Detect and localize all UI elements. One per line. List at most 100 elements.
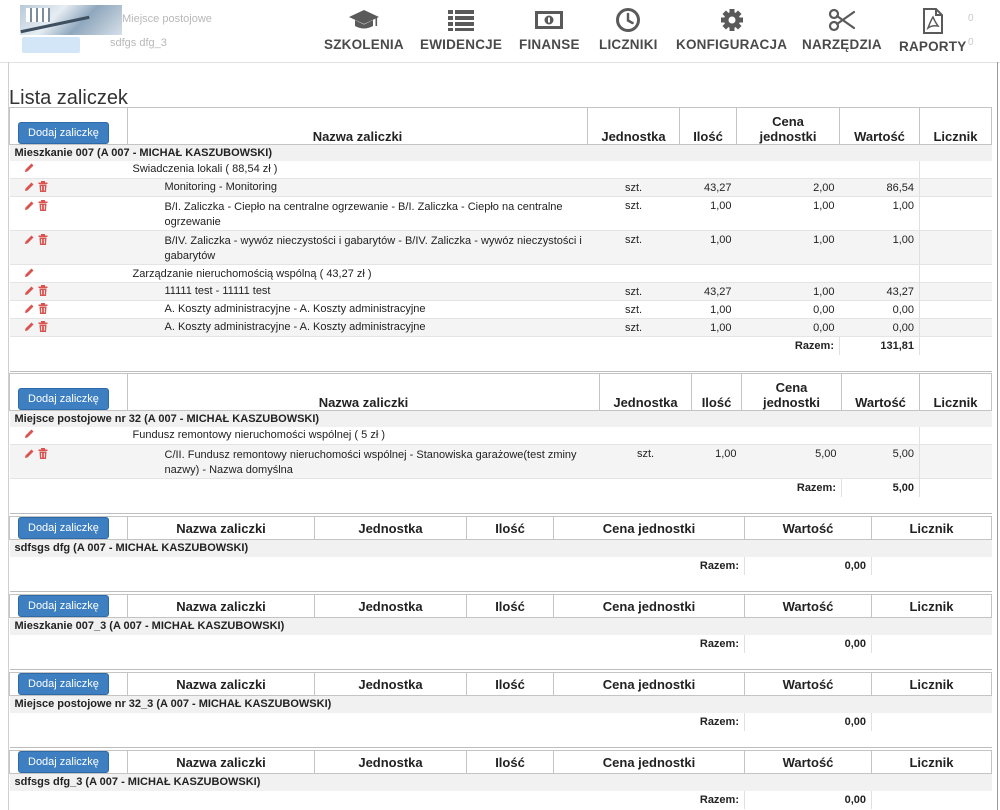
background-ghost-button	[22, 37, 80, 53]
add-cell: Dodaj zaliczkę	[9, 672, 128, 696]
item-name: Monitoring - Monitoring	[127, 178, 588, 197]
edit-pencil-icon[interactable]	[24, 448, 35, 462]
item-value: 43,27	[839, 282, 920, 301]
column-header-price: Cena jednostki	[553, 672, 745, 696]
trash-icon[interactable]	[38, 448, 48, 462]
trash-icon[interactable]	[38, 200, 48, 214]
nav-raporty[interactable]: RAPORTY	[899, 8, 966, 54]
advance-table: Dodaj zaliczkę Nazwa zaliczki Jednostka …	[9, 594, 992, 670]
total-value: 0,00	[744, 634, 872, 653]
nav-konfiguracja[interactable]: KONFIGURACJA	[676, 8, 787, 52]
row-actions	[9, 444, 128, 479]
edit-pencil-icon[interactable]	[24, 285, 35, 299]
nav-liczniki[interactable]: LICZNIKI	[599, 8, 658, 52]
column-header-unit: Jednostka	[314, 750, 467, 774]
list-icon	[448, 10, 475, 31]
nav-label: NARZĘDZIA	[802, 37, 882, 52]
total-value: 0,00	[744, 556, 872, 575]
trash-icon[interactable]	[38, 320, 48, 335]
item-unit: szt.	[599, 444, 692, 479]
advance-table: Dodaj zaliczkę Nazwa zaliczki Jednostka …	[9, 750, 992, 809]
item-value: 1,00	[839, 196, 920, 231]
total-value: 131,81	[839, 336, 920, 355]
edit-pencil-icon[interactable]	[24, 234, 35, 248]
nav-ewidencje[interactable]: EWIDENCJE	[420, 8, 502, 52]
logo[interactable]	[20, 5, 122, 35]
column-header-qty: Ilość	[466, 750, 554, 774]
add-advance-button[interactable]: Dodaj zaliczkę	[18, 517, 109, 539]
edit-pencil-icon[interactable]	[24, 321, 35, 335]
row-actions	[9, 264, 128, 283]
column-header-meter: Licznik	[871, 516, 992, 540]
row-actions	[9, 196, 128, 231]
trash-icon[interactable]	[38, 284, 48, 299]
add-advance-button[interactable]: Dodaj zaliczkę	[18, 751, 109, 773]
column-header-name: Nazwa zaliczki	[127, 594, 315, 618]
item-unit: szt.	[587, 318, 680, 337]
edit-pencil-icon[interactable]	[24, 162, 35, 176]
item-price: 5,00	[741, 444, 842, 479]
item-qty: 1,00	[679, 230, 737, 265]
total-label: Razem:	[736, 336, 840, 355]
add-advance-button[interactable]: Dodaj zaliczkę	[18, 122, 109, 144]
edit-pencil-icon[interactable]	[24, 267, 35, 281]
gear-icon	[720, 9, 743, 31]
column-header-name: Nazwa zaliczki	[127, 373, 600, 411]
item-price: 1,00	[736, 196, 840, 231]
edit-pencil-icon[interactable]	[24, 428, 35, 442]
trash-icon[interactable]	[38, 180, 48, 195]
column-header-price: Cena jednostki	[736, 107, 840, 145]
column-header-name: Nazwa zaliczki	[127, 750, 315, 774]
group-title: sdfsgs dfg (A 007 - MICHAŁ KASZUBOWSKI)	[9, 539, 992, 557]
add-cell: Dodaj zaliczkę	[9, 516, 128, 540]
row-actions	[9, 178, 128, 197]
advance-table: Dodaj zaliczkę Nazwa zaliczki Jednostka …	[9, 672, 992, 748]
item-meter	[919, 300, 992, 319]
total-label: Razem:	[741, 478, 842, 497]
group-title: Miejsce postojowe nr 32_3 (A 007 - MICHA…	[9, 695, 992, 713]
nav-label: SZKOLENIA	[324, 37, 404, 52]
item-qty: 1,00	[679, 196, 737, 231]
column-header-qty: Ilość	[691, 373, 742, 411]
column-header-unit: Jednostka	[314, 594, 467, 618]
total-label: Razem:	[553, 634, 745, 653]
edit-pencil-icon[interactable]	[24, 181, 35, 195]
item-qty: 1,00	[679, 318, 737, 337]
column-header-name: Nazwa zaliczki	[127, 672, 315, 696]
edit-pencil-icon[interactable]	[24, 200, 35, 214]
row-actions	[9, 318, 128, 337]
column-header-price: Cena jednostki	[553, 594, 745, 618]
total-label: Razem:	[553, 790, 745, 809]
nav-narzedzia[interactable]: NARZĘDZIA	[802, 8, 882, 52]
trash-icon[interactable]	[38, 302, 48, 317]
item-meter	[919, 318, 992, 337]
add-advance-button[interactable]: Dodaj zaliczkę	[18, 388, 109, 410]
add-advance-button[interactable]: Dodaj zaliczkę	[18, 595, 109, 617]
money-icon	[535, 11, 564, 29]
column-header-value: Wartość	[744, 672, 872, 696]
total-value: 0,00	[744, 790, 872, 809]
trash-icon[interactable]	[38, 234, 48, 248]
column-header-unit: Jednostka	[314, 516, 467, 540]
column-header-meter: Licznik	[871, 594, 992, 618]
item-meter	[919, 230, 992, 265]
column-header-value: Wartość	[744, 594, 872, 618]
add-cell: Dodaj zaliczkę	[9, 373, 128, 411]
advance-table: Dodaj zaliczkę Nazwa zaliczki Jednostka …	[9, 516, 992, 592]
nav-finanse[interactable]: FINANSE	[519, 8, 580, 52]
item-qty: 43,27	[679, 282, 737, 301]
item-meter	[919, 282, 992, 301]
column-header-qty: Ilość	[466, 594, 554, 618]
item-price: 0,00	[736, 300, 840, 319]
column-header-qty: Ilość	[466, 516, 554, 540]
edit-pencil-icon[interactable]	[24, 303, 35, 317]
row-actions	[9, 230, 128, 265]
nav-szkolenia[interactable]: SZKOLENIA	[324, 8, 404, 52]
item-meter	[919, 178, 992, 197]
item-value: 5,00	[841, 444, 920, 479]
main-content: Lista zaliczek Dodaj zaliczkę Nazwa zali…	[0, 62, 1000, 810]
nav-label: LICZNIKI	[599, 37, 658, 52]
add-advance-button[interactable]: Dodaj zaliczkę	[18, 673, 109, 695]
column-header-price: Cena jednostki	[741, 373, 842, 411]
background-ghost-text: Miejsce postojowe	[122, 13, 212, 25]
